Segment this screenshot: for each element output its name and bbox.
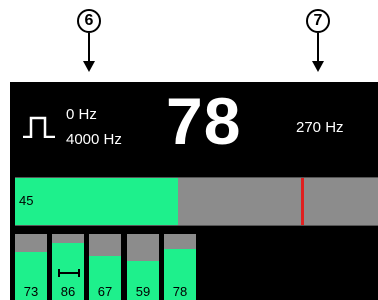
device-display-panel: 0 Hz 4000 Hz 78 270 Hz 45 73 86 67 59 78 [10, 82, 378, 300]
frequency-low: 0 Hz [66, 106, 97, 123]
level-marker [300, 178, 304, 225]
channel-bar-label: 78 [172, 284, 188, 299]
callout-6-label: 6 [84, 12, 94, 29]
channel-bar: 78 [164, 234, 196, 300]
channel-bar: 59 [127, 234, 159, 300]
callout-7-label: 7 [313, 12, 323, 29]
channel-bar-label: 73 [23, 284, 39, 299]
arrow-down-icon [83, 33, 95, 72]
level-bar: 45 [15, 177, 378, 226]
arrow-down-icon [312, 33, 324, 72]
channel-bar: 67 [89, 234, 121, 300]
main-value: 78 [166, 84, 242, 158]
channel-bar-label: 59 [135, 284, 151, 299]
range-bracket-icon [58, 269, 80, 277]
level-bar-fill [15, 178, 179, 225]
channel-bar: 73 [15, 234, 47, 300]
callout-6: 6 [77, 9, 101, 33]
selected-frequency: 270 Hz [296, 119, 344, 136]
level-bar-label: 45 [19, 193, 34, 208]
frequency-high: 4000 Hz [66, 131, 122, 148]
callout-7: 7 [306, 9, 330, 33]
square-pulse-icon [23, 116, 55, 138]
channel-bar: 86 [52, 234, 84, 300]
channel-bar-label: 86 [60, 284, 76, 299]
channel-bar-label: 67 [97, 284, 113, 299]
